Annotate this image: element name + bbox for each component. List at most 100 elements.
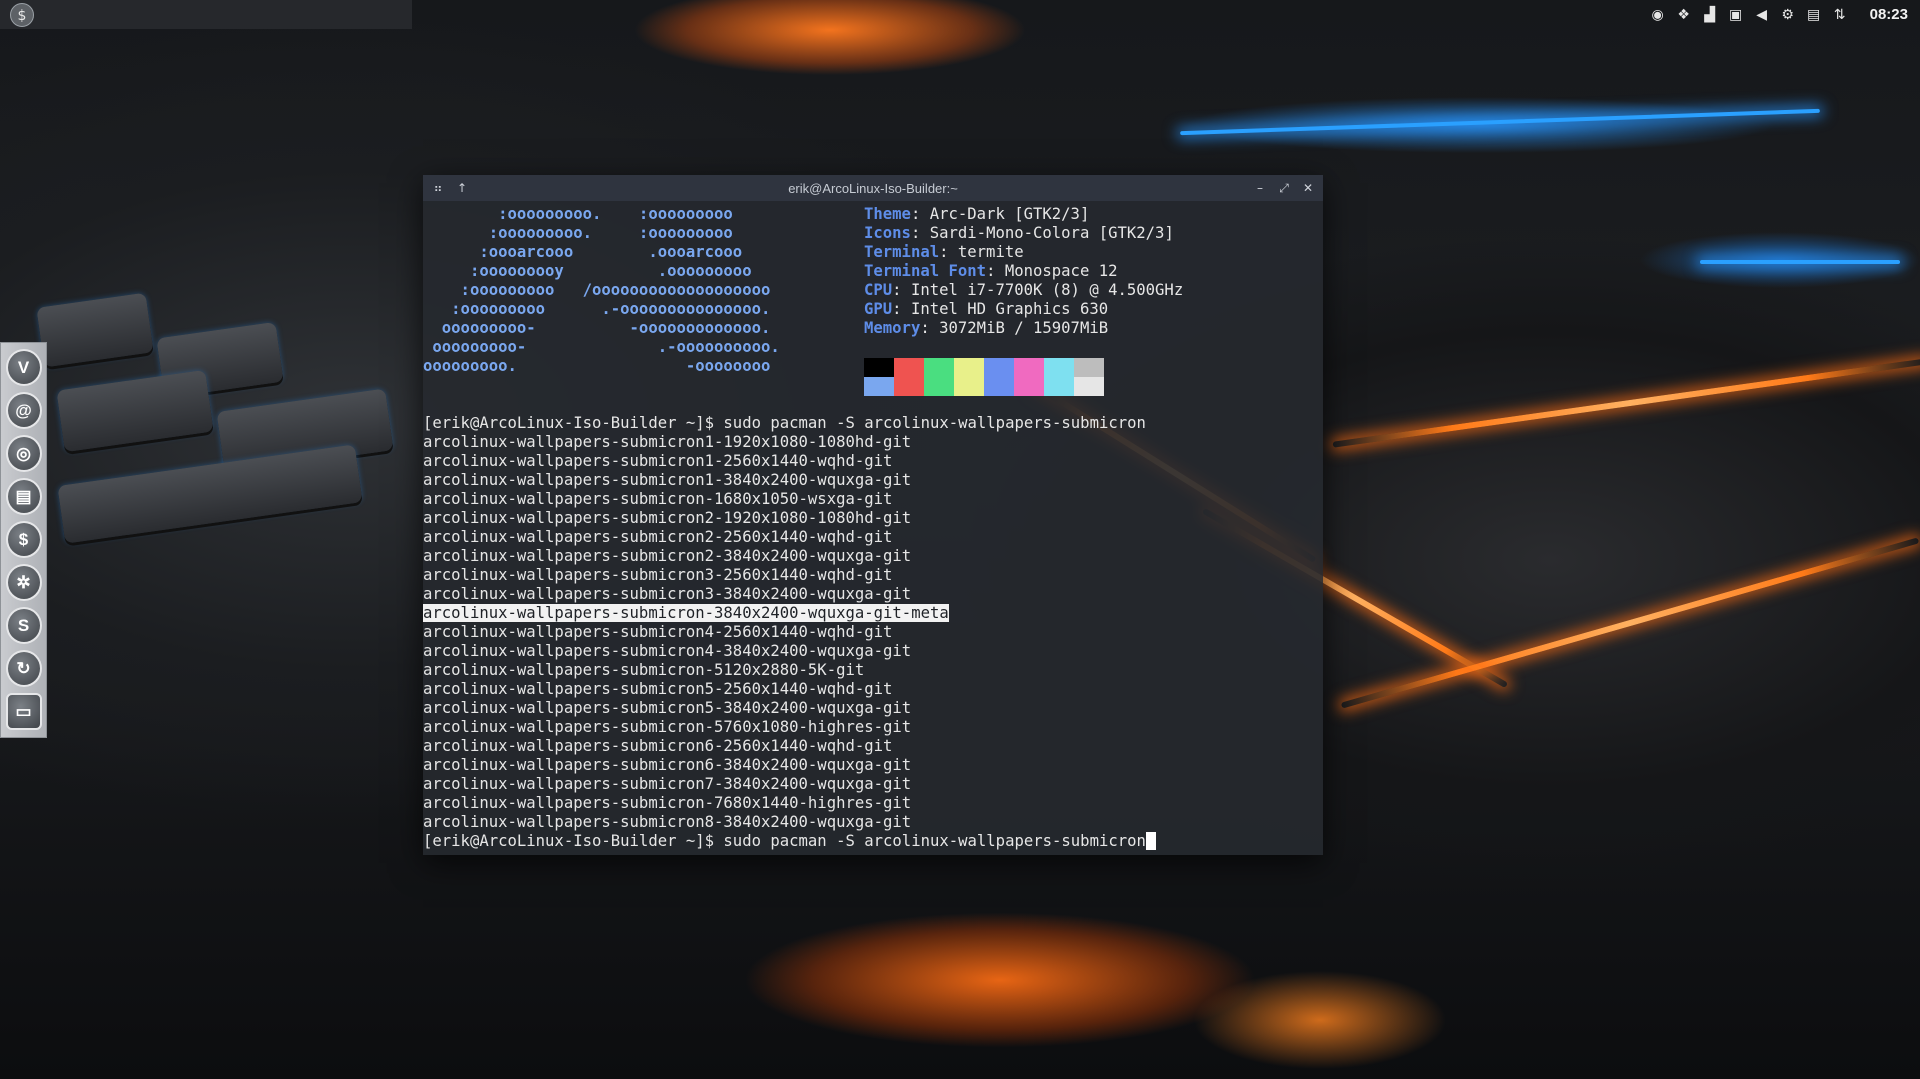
package-line: arcolinux-wallpapers-submicron-1680x1050… xyxy=(423,490,1156,509)
info-value: Intel i7-7700K (8) @ 4.500GHz xyxy=(910,281,1184,299)
info-row: Memory: 3072MiB / 15907MiB xyxy=(864,319,1183,338)
line-text: arcolinux-wallpapers-submicron5-2560x144… xyxy=(423,680,893,698)
terminal-content[interactable]: :ooooooooo. :ooooooooo :ooooooooo. :oooo… xyxy=(423,201,1323,855)
wallpaper-keyboard-key xyxy=(36,292,154,368)
info-separator: : xyxy=(986,262,1005,280)
terminal-window[interactable]: ⠶ ↑ erik@ArcoLinux-Iso-Builder:~ – ⤢ ✕ :… xyxy=(423,175,1323,855)
package-line: arcolinux-wallpapers-submicron-5120x2880… xyxy=(423,661,1156,680)
color-swatch xyxy=(984,377,1014,396)
info-separator: : xyxy=(892,281,911,299)
package-line: arcolinux-wallpapers-submicron6-2560x144… xyxy=(423,737,1156,756)
info-separator: : xyxy=(910,205,930,223)
info-separator: : xyxy=(892,300,911,318)
color-palette xyxy=(864,358,1104,396)
package-line: arcolinux-wallpapers-submicron6-3840x240… xyxy=(423,756,1156,775)
color-swatch xyxy=(954,377,984,396)
line-text: arcolinux-wallpapers-submicron4-2560x144… xyxy=(423,623,893,641)
system-icon[interactable]: ↻ xyxy=(5,650,42,687)
package-line: arcolinux-wallpapers-submicron1-3840x240… xyxy=(423,471,1156,490)
maximize-icon[interactable]: ⤢ xyxy=(1277,181,1291,196)
prompt-line: [erik@ArcoLinux-Iso-Builder ~]$ sudo pac… xyxy=(423,832,1156,851)
app-menu-button[interactable]: $ xyxy=(10,3,34,27)
screenshot-icon[interactable]: ✲ xyxy=(5,564,42,601)
system-info: Theme: Arc-Dark [GTK2/3] Icons: Sardi-Mon… xyxy=(864,205,1183,338)
spiral-app-icon[interactable]: @ xyxy=(5,392,42,429)
info-separator: : xyxy=(910,224,930,242)
info-key: Memory xyxy=(864,319,921,337)
line-text: [erik@ArcoLinux-Iso-Builder ~]$ sudo pac… xyxy=(423,832,1146,850)
window-title: erik@ArcoLinux-Iso-Builder:~ xyxy=(788,180,958,196)
info-key: Terminal xyxy=(864,243,940,261)
line-text: arcolinux-wallpapers-submicron2-1920x108… xyxy=(423,509,912,527)
logo-line: ooooooooo- .-oooooooooo. xyxy=(423,338,780,356)
wallpaper-keyboard-key xyxy=(57,444,363,544)
wallpaper-orange-glow xyxy=(1332,358,1920,448)
screen-icon[interactable]: ▣ xyxy=(1726,5,1746,25)
package-line: arcolinux-wallpapers-submicron-7680x1440… xyxy=(423,794,1156,813)
line-text: arcolinux-wallpapers-submicron1-2560x144… xyxy=(423,452,893,470)
close-icon[interactable]: ✕ xyxy=(1301,181,1315,195)
wallpaper-blue-glow xyxy=(1700,260,1900,264)
speaker-icon[interactable]: ◀ xyxy=(1752,5,1772,25)
network-icon[interactable]: ◉ xyxy=(1648,5,1668,25)
text-cursor xyxy=(1145,832,1156,850)
settings-gear-icon[interactable]: ⚙ xyxy=(1778,5,1798,25)
logo-line: :ooooooooy .ooooooooo xyxy=(423,262,752,280)
clock[interactable]: 08:23 xyxy=(1870,6,1908,23)
info-key: Theme xyxy=(864,205,911,223)
line-text: arcolinux-wallpapers-submicron1-3840x240… xyxy=(423,471,912,489)
line-text: arcolinux-wallpapers-submicron-5760x1080… xyxy=(423,718,912,736)
info-row: CPU: Intel i7-7700K (8) @ 4.500GHz xyxy=(864,281,1183,300)
line-text: [erik@ArcoLinux-Iso-Builder ~]$ sudo pac… xyxy=(423,414,1146,432)
color-swatch xyxy=(1074,377,1104,396)
clipboard-icon[interactable]: ▤ xyxy=(1804,5,1824,25)
line-text: arcolinux-wallpapers-submicron7-3840x240… xyxy=(423,775,912,793)
dropbox-icon[interactable]: ❖ xyxy=(1674,5,1694,25)
color-swatch xyxy=(1014,358,1044,377)
line-text: arcolinux-wallpapers-submicron6-2560x144… xyxy=(423,737,893,755)
color-swatch xyxy=(1074,358,1104,377)
terminal-titlebar[interactable]: ⠶ ↑ erik@ArcoLinux-Iso-Builder:~ – ⤢ ✕ xyxy=(423,175,1323,201)
info-separator: : xyxy=(920,319,940,337)
wallpaper-orange-glow xyxy=(1340,537,1920,709)
package-line: arcolinux-wallpapers-submicron2-3840x240… xyxy=(423,547,1156,566)
show-desktop-icon[interactable]: ▭ xyxy=(5,693,42,730)
color-swatch xyxy=(864,358,894,377)
vivaldi-icon[interactable]: V xyxy=(5,349,42,386)
color-swatch xyxy=(864,377,894,396)
application-dock: V @ ◎ ▤ $ ✲ S ↻ ▭ xyxy=(0,342,47,738)
network-transfer-icon[interactable]: ⇅ xyxy=(1830,5,1850,25)
skype-icon[interactable]: S xyxy=(5,607,42,644)
info-separator: : xyxy=(939,243,958,261)
info-row: Terminal Font: Monospace 12 xyxy=(864,262,1183,281)
window-menu-icon[interactable]: ⠶ xyxy=(431,181,445,195)
package-line: arcolinux-wallpapers-submicron2-2560x144… xyxy=(423,528,1156,547)
package-line: arcolinux-wallpapers-submicron2-1920x108… xyxy=(423,509,1156,528)
logo-line: :ooooooooo. :ooooooooo xyxy=(423,224,733,242)
info-value: Monospace 12 xyxy=(1004,262,1118,280)
prompt-line: [erik@ArcoLinux-Iso-Builder ~]$ sudo pac… xyxy=(423,414,1156,433)
line-text: arcolinux-wallpapers-submicron-5120x2880… xyxy=(423,661,865,679)
neofetch-output: :ooooooooo. :ooooooooo :ooooooooo. :oooo… xyxy=(423,205,1323,410)
wallpaper-blue-glow xyxy=(1180,108,1820,136)
info-row: Theme: Arc-Dark [GTK2/3] xyxy=(864,205,1183,224)
info-row: Icons: Sardi-Mono-Colora [GTK2/3] xyxy=(864,224,1183,243)
line-text: arcolinux-wallpapers-submicron2-2560x144… xyxy=(423,528,893,546)
color-swatch xyxy=(1014,377,1044,396)
minimize-icon[interactable]: – xyxy=(1253,181,1267,195)
chromium-icon[interactable]: ◎ xyxy=(5,435,42,472)
package-line: arcolinux-wallpapers-submicron1-1920x108… xyxy=(423,433,1156,452)
terminal-icon[interactable]: $ xyxy=(5,521,42,558)
line-text: arcolinux-wallpapers-submicron-3840x2400… xyxy=(423,604,949,622)
info-value: 3072MiB / 15907MiB xyxy=(939,319,1109,337)
info-key: Terminal Font xyxy=(864,262,987,280)
line-text: arcolinux-wallpapers-submicron-7680x1440… xyxy=(423,794,912,812)
line-text: arcolinux-wallpapers-submicron3-3840x240… xyxy=(423,585,912,603)
keep-above-icon[interactable]: ↑ xyxy=(455,181,469,195)
file-manager-icon[interactable]: ▤ xyxy=(5,478,42,515)
volume-bars-icon[interactable]: ▟ xyxy=(1700,5,1720,25)
info-key: GPU xyxy=(864,300,893,318)
info-key: CPU xyxy=(864,281,893,299)
line-text: arcolinux-wallpapers-submicron3-2560x144… xyxy=(423,566,893,584)
package-line: arcolinux-wallpapers-submicron-5760x1080… xyxy=(423,718,1156,737)
